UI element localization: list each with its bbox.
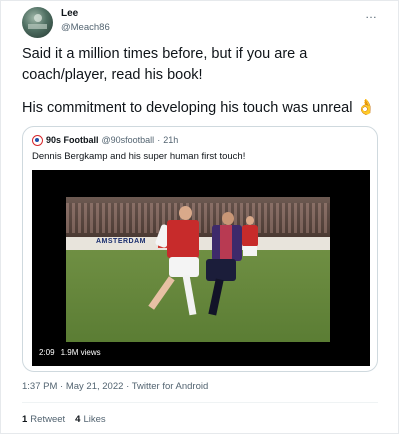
quoted-tweet[interactable]: 90s Football @90sfootball · 21h Dennis B… bbox=[22, 126, 378, 372]
tweet-date[interactable]: May 21, 2022 bbox=[66, 381, 124, 392]
divider bbox=[22, 402, 378, 403]
retweets-count: 1 bbox=[22, 414, 28, 425]
more-options-icon[interactable]: … bbox=[365, 7, 378, 21]
background-player-shirt bbox=[242, 225, 258, 247]
tweet-text-line2-text: His commitment to developing his touch w… bbox=[22, 100, 353, 116]
quoted-author-name: 90s Football bbox=[46, 135, 99, 145]
tweet-card: Lee @Meach86 … Said it a million times b… bbox=[0, 0, 399, 434]
meta-separator-1: · bbox=[60, 381, 64, 392]
author-handle[interactable]: @Meach86 bbox=[61, 22, 110, 33]
author-name[interactable]: Lee bbox=[61, 8, 78, 19]
video-stats: 2:09 1.9M views bbox=[39, 348, 101, 357]
tweet-meta: 1:37 PM · May 21, 2022 · Twitter for And… bbox=[22, 381, 208, 392]
avatar-figure-body bbox=[28, 24, 47, 29]
tweet-text-line2: His commitment to developing his touch w… bbox=[22, 97, 392, 119]
tweet-time[interactable]: 1:37 PM bbox=[22, 381, 57, 392]
tweet-text-line1: Said it a million times before, but if y… bbox=[22, 46, 308, 83]
likes-label: Likes bbox=[83, 414, 106, 425]
background-player-head bbox=[246, 216, 254, 225]
quoted-age: 21h bbox=[163, 135, 179, 145]
avatar-figure bbox=[34, 14, 42, 22]
ok-hand-emoji-icon: 👌 bbox=[356, 99, 376, 116]
quoted-separator: · bbox=[157, 135, 161, 145]
avatar[interactable] bbox=[22, 7, 53, 38]
video-player[interactable]: AMSTERDAM 2:09 1.9M views bbox=[32, 170, 370, 366]
advertising-board-text: AMSTERDAM bbox=[96, 238, 146, 245]
forward-shirt bbox=[167, 220, 199, 258]
defender-shorts bbox=[206, 259, 236, 281]
video-frame: AMSTERDAM bbox=[66, 197, 330, 342]
defender-head bbox=[222, 212, 234, 225]
likes-count: 4 bbox=[75, 414, 81, 425]
background-player-shorts bbox=[243, 246, 257, 256]
quoted-author-handle: @90sfootball bbox=[101, 135, 155, 145]
forward-shorts bbox=[169, 257, 199, 277]
forward-head bbox=[179, 206, 192, 220]
quoted-tweet-text: Dennis Bergkamp and his super human firs… bbox=[32, 151, 246, 162]
video-views: 1.9M views bbox=[60, 348, 101, 357]
likes-stat[interactable]: 4 Likes bbox=[75, 414, 105, 425]
video-duration: 2:09 bbox=[39, 348, 55, 357]
tweet-client[interactable]: Twitter for Android bbox=[132, 381, 209, 392]
retweets-label: Retweet bbox=[30, 414, 66, 425]
engagement-stats: 1 Retweet 4 Likes bbox=[22, 414, 106, 425]
defender-shirt-stripe bbox=[220, 225, 232, 261]
retweets-stat[interactable]: 1 Retweet bbox=[22, 414, 65, 425]
quoted-avatar-icon bbox=[32, 134, 43, 146]
meta-separator-2: · bbox=[126, 381, 130, 392]
quoted-tweet-header: 90s Football @90sfootball · 21h bbox=[32, 134, 178, 146]
